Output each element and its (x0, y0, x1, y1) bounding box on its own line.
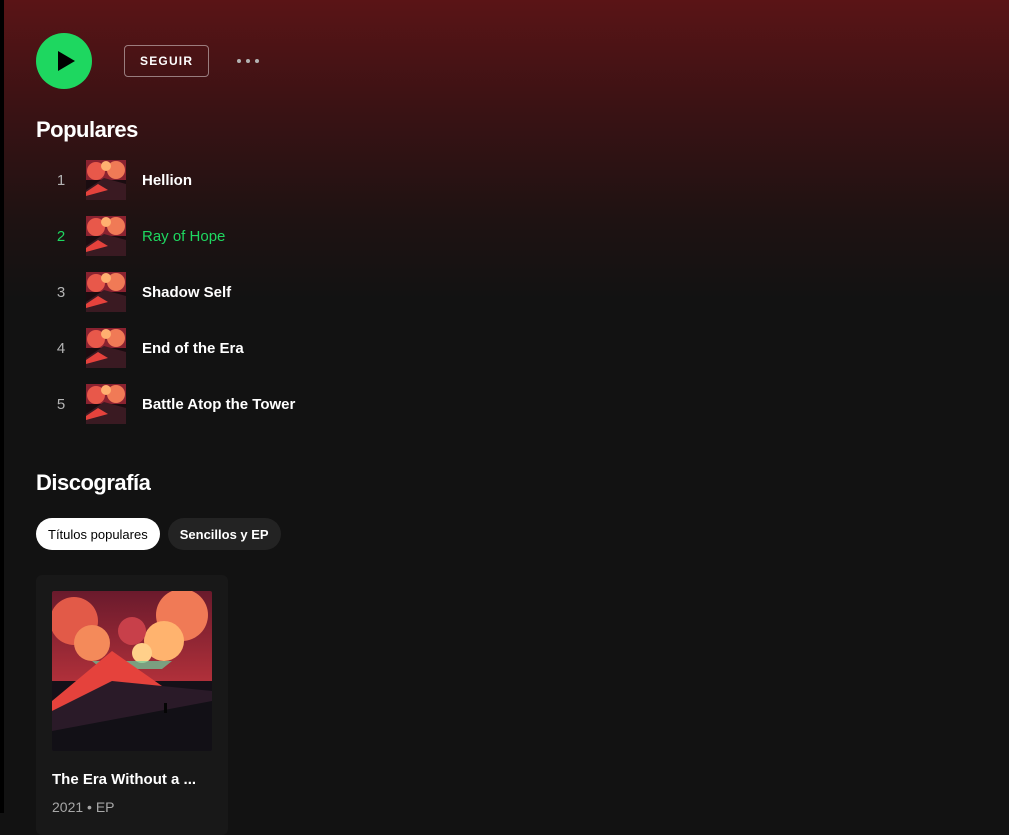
track-number: 1 (56, 171, 66, 189)
play-button[interactable] (36, 33, 92, 89)
track-number: 3 (56, 283, 66, 301)
track-row[interactable]: 3 Shadow Self (36, 264, 636, 320)
window-edge (0, 0, 4, 813)
track-cover-art (86, 328, 126, 368)
track-row[interactable]: 2 Ray of Hope (36, 208, 636, 264)
dot-icon (246, 59, 251, 63)
track-row[interactable]: 1 Hellion (36, 152, 636, 208)
track-name: Shadow Self (142, 283, 232, 301)
popular-section-title: Populares (36, 117, 138, 142)
artist-page: SEGUIR Populares 1 Hellion 2 Ray of Hope… (0, 0, 1009, 835)
popular-tracks-list: 1 Hellion 2 Ray of Hope 3 Shadow Self 4 (36, 152, 636, 432)
track-name: Hellion (142, 171, 193, 189)
track-name: End of the Era (142, 339, 244, 357)
filter-chip-popular-releases[interactable]: Títulos populares (36, 518, 160, 550)
track-name: Ray of Hope (142, 227, 226, 245)
album-card[interactable]: The Era Without a ... 2021 • EP (36, 575, 228, 835)
track-cover-art (86, 384, 126, 424)
discography-section-title: Discografía (36, 470, 151, 495)
track-cover-art (86, 160, 126, 200)
action-bar: SEGUIR (36, 33, 260, 89)
album-title: The Era Without a ... (52, 771, 197, 788)
track-row[interactable]: 5 Battle Atop the Tower (36, 376, 636, 432)
play-icon (57, 51, 75, 71)
track-cover-art (86, 216, 126, 256)
dot-icon (255, 59, 260, 63)
follow-button[interactable]: SEGUIR (124, 45, 210, 77)
track-name: Battle Atop the Tower (142, 395, 296, 413)
more-options-icon[interactable] (237, 51, 260, 71)
track-number: 4 (56, 339, 66, 357)
track-number: 5 (56, 395, 66, 413)
track-number: 2 (56, 227, 66, 245)
album-cover-art (52, 591, 212, 751)
track-cover-art (86, 272, 126, 312)
filter-chip-singles-eps[interactable]: Sencillos y EP (167, 518, 281, 550)
discography-filters: Títulos populares Sencillos y EP (36, 518, 281, 550)
dot-icon (237, 59, 242, 63)
track-row[interactable]: 4 End of the Era (36, 320, 636, 376)
